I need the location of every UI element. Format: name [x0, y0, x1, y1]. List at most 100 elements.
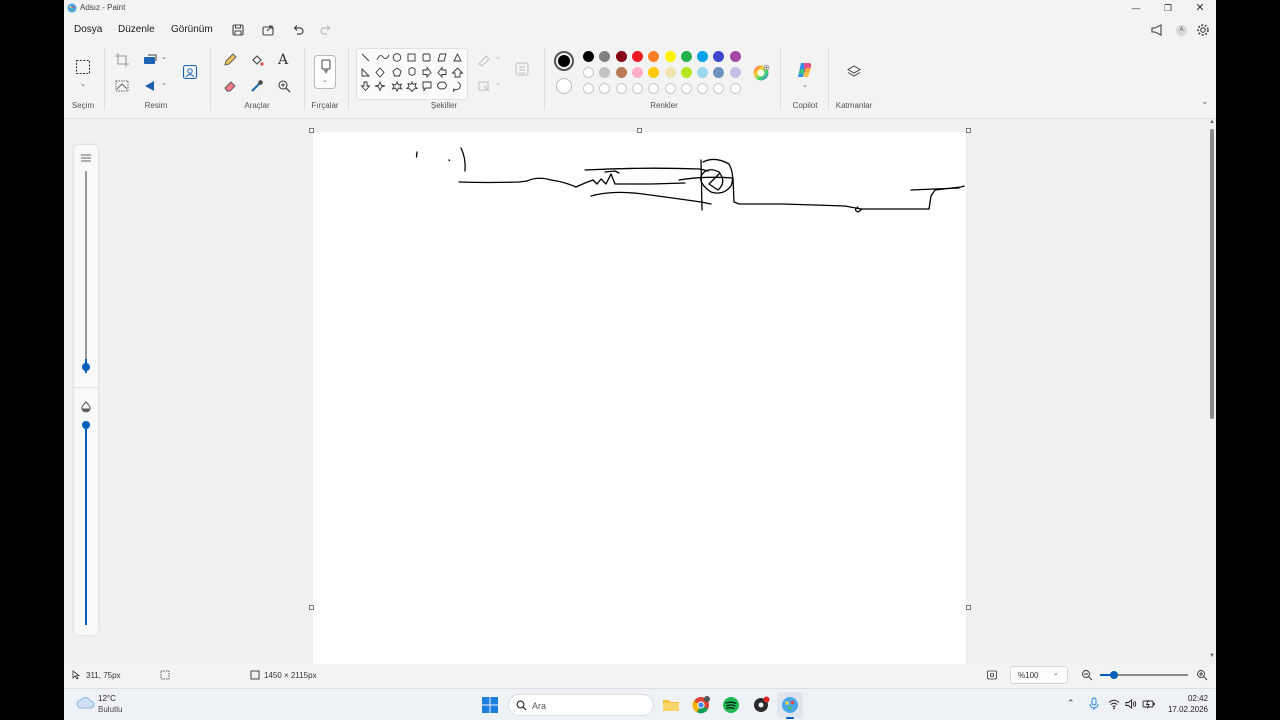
- account-avatar[interactable]: A: [1176, 25, 1187, 36]
- megaphone-icon[interactable]: [1149, 22, 1165, 38]
- close-button[interactable]: ✕: [1184, 0, 1216, 16]
- magnifier-icon[interactable]: [276, 78, 292, 94]
- menu-view[interactable]: Görünüm: [171, 24, 213, 35]
- fill-chevron-icon[interactable]: ⌄: [495, 79, 501, 87]
- palette-color-swatch[interactable]: [680, 67, 692, 78]
- remove-background-icon[interactable]: [182, 64, 198, 80]
- secondary-color-swatch[interactable]: [556, 78, 572, 94]
- outline-chevron-icon[interactable]: ⌄: [495, 53, 501, 61]
- rotate-icon[interactable]: [142, 78, 158, 94]
- custom-color-slot[interactable]: [583, 83, 594, 94]
- palette-color-swatch[interactable]: [729, 51, 741, 62]
- palette-color-swatch[interactable]: [680, 51, 692, 62]
- microphone-icon[interactable]: [1088, 697, 1100, 711]
- custom-color-slot[interactable]: [664, 83, 676, 94]
- zoom-out-icon[interactable]: [1081, 669, 1093, 681]
- resize-chevron-icon[interactable]: ⌄: [161, 53, 167, 61]
- edit-colors-icon[interactable]: [752, 64, 770, 82]
- image-gallery-icon[interactable]: [114, 78, 130, 94]
- copilot-icon[interactable]: [795, 60, 815, 80]
- paint-taskbar-active[interactable]: [777, 692, 803, 718]
- restore-button[interactable]: ❐: [1152, 0, 1184, 16]
- resize-handle-right[interactable]: [966, 605, 971, 610]
- pencil-icon[interactable]: [222, 52, 238, 68]
- brushes-button[interactable]: ⌄: [314, 55, 336, 89]
- select-rectangle-icon[interactable]: [75, 59, 91, 75]
- eraser-icon[interactable]: [222, 78, 238, 94]
- palette-color-swatch[interactable]: [599, 51, 611, 62]
- resize-handle-top-right[interactable]: [966, 128, 971, 133]
- zoom-select[interactable]: %100 ⌄: [1010, 666, 1068, 684]
- opacity-slider-thumb[interactable]: [82, 421, 90, 429]
- minimize-button[interactable]: —: [1120, 0, 1152, 16]
- windows-start-icon[interactable]: [482, 697, 498, 713]
- fit-to-window-icon[interactable]: [986, 669, 998, 681]
- shape-outline-icon[interactable]: [476, 52, 492, 68]
- palette-color-swatch[interactable]: [697, 51, 709, 62]
- palette-color-swatch[interactable]: [697, 67, 709, 78]
- share-icon[interactable]: [260, 22, 276, 38]
- shapes-gallery[interactable]: [356, 48, 468, 100]
- palette-color-swatch[interactable]: [648, 67, 660, 78]
- settings-gear-icon[interactable]: [1195, 22, 1211, 38]
- file-explorer-icon[interactable]: [661, 695, 681, 715]
- spotify-icon[interactable]: [721, 695, 741, 715]
- palette-color-swatch[interactable]: [631, 67, 643, 78]
- scroll-down-arrow-icon[interactable]: ▼: [1209, 653, 1215, 659]
- palette-color-swatch[interactable]: [664, 51, 676, 62]
- layers-icon[interactable]: [846, 64, 862, 80]
- custom-color-slot[interactable]: [680, 83, 692, 94]
- rotate-chevron-icon[interactable]: ⌄: [161, 79, 167, 87]
- custom-color-slot[interactable]: [697, 83, 709, 94]
- scroll-up-arrow-icon[interactable]: ▲: [1209, 119, 1215, 125]
- crop-icon[interactable]: [114, 52, 130, 68]
- taskbar-search-box[interactable]: Ara: [508, 694, 654, 716]
- clock-time[interactable]: 02:42: [1182, 694, 1208, 703]
- vertical-scrollbar[interactable]: ▲ ▼: [1209, 119, 1215, 661]
- palette-color-swatch[interactable]: [648, 51, 660, 62]
- size-slider-track[interactable]: [85, 171, 87, 367]
- palette-color-swatch[interactable]: [615, 67, 627, 78]
- save-icon[interactable]: [230, 22, 246, 38]
- color-picker-icon[interactable]: [249, 78, 265, 94]
- resize-handle-left[interactable]: [309, 605, 314, 610]
- palette-color-swatch[interactable]: [713, 51, 725, 62]
- resize-handle-top-left[interactable]: [309, 128, 314, 133]
- zoom-slider-thumb[interactable]: [1110, 671, 1118, 679]
- app-icon-dark[interactable]: [751, 695, 771, 715]
- copilot-chevron-icon[interactable]: ⌄: [802, 81, 808, 89]
- collapse-ribbon-chevron-icon[interactable]: ⌄: [1201, 96, 1209, 107]
- menu-file[interactable]: Dosya: [74, 24, 102, 35]
- undo-icon[interactable]: [290, 22, 306, 38]
- redo-icon[interactable]: [318, 22, 334, 38]
- palette-color-swatch[interactable]: [583, 67, 594, 78]
- custom-color-slot[interactable]: [615, 83, 627, 94]
- palette-color-swatch[interactable]: [631, 51, 643, 62]
- chrome-icon[interactable]: [691, 695, 711, 715]
- size-slider-thumb[interactable]: [82, 363, 90, 371]
- custom-color-slot[interactable]: [599, 83, 611, 94]
- weather-cloud-icon[interactable]: [76, 695, 96, 711]
- palette-color-swatch[interactable]: [583, 51, 594, 62]
- text-tool-icon[interactable]: A: [278, 52, 288, 68]
- scrollbar-thumb[interactable]: [1210, 129, 1214, 419]
- custom-color-slot[interactable]: [631, 83, 643, 94]
- opacity-slider-track[interactable]: [85, 429, 87, 625]
- select-dropdown-chevron-icon[interactable]: ⌄: [80, 80, 86, 88]
- fill-bucket-icon[interactable]: [249, 52, 265, 68]
- custom-color-slot[interactable]: [648, 83, 660, 94]
- shape-fill-icon[interactable]: [476, 78, 492, 94]
- palette-color-swatch[interactable]: [713, 67, 725, 78]
- volume-icon[interactable]: [1125, 698, 1137, 710]
- show-hidden-icons-chevron-icon[interactable]: ⌃: [1067, 698, 1075, 709]
- zoom-in-icon[interactable]: [1196, 669, 1208, 681]
- clock-date[interactable]: 17.02.2026: [1154, 705, 1208, 714]
- custom-color-slot[interactable]: [729, 83, 741, 94]
- stroke-size-icon[interactable]: [514, 61, 530, 77]
- palette-color-swatch[interactable]: [599, 67, 611, 78]
- palette-color-swatch[interactable]: [729, 67, 741, 78]
- wifi-icon[interactable]: [1108, 698, 1120, 710]
- resize-icon[interactable]: [142, 52, 158, 68]
- menu-edit[interactable]: Düzenle: [118, 24, 155, 35]
- palette-color-swatch[interactable]: [664, 67, 676, 78]
